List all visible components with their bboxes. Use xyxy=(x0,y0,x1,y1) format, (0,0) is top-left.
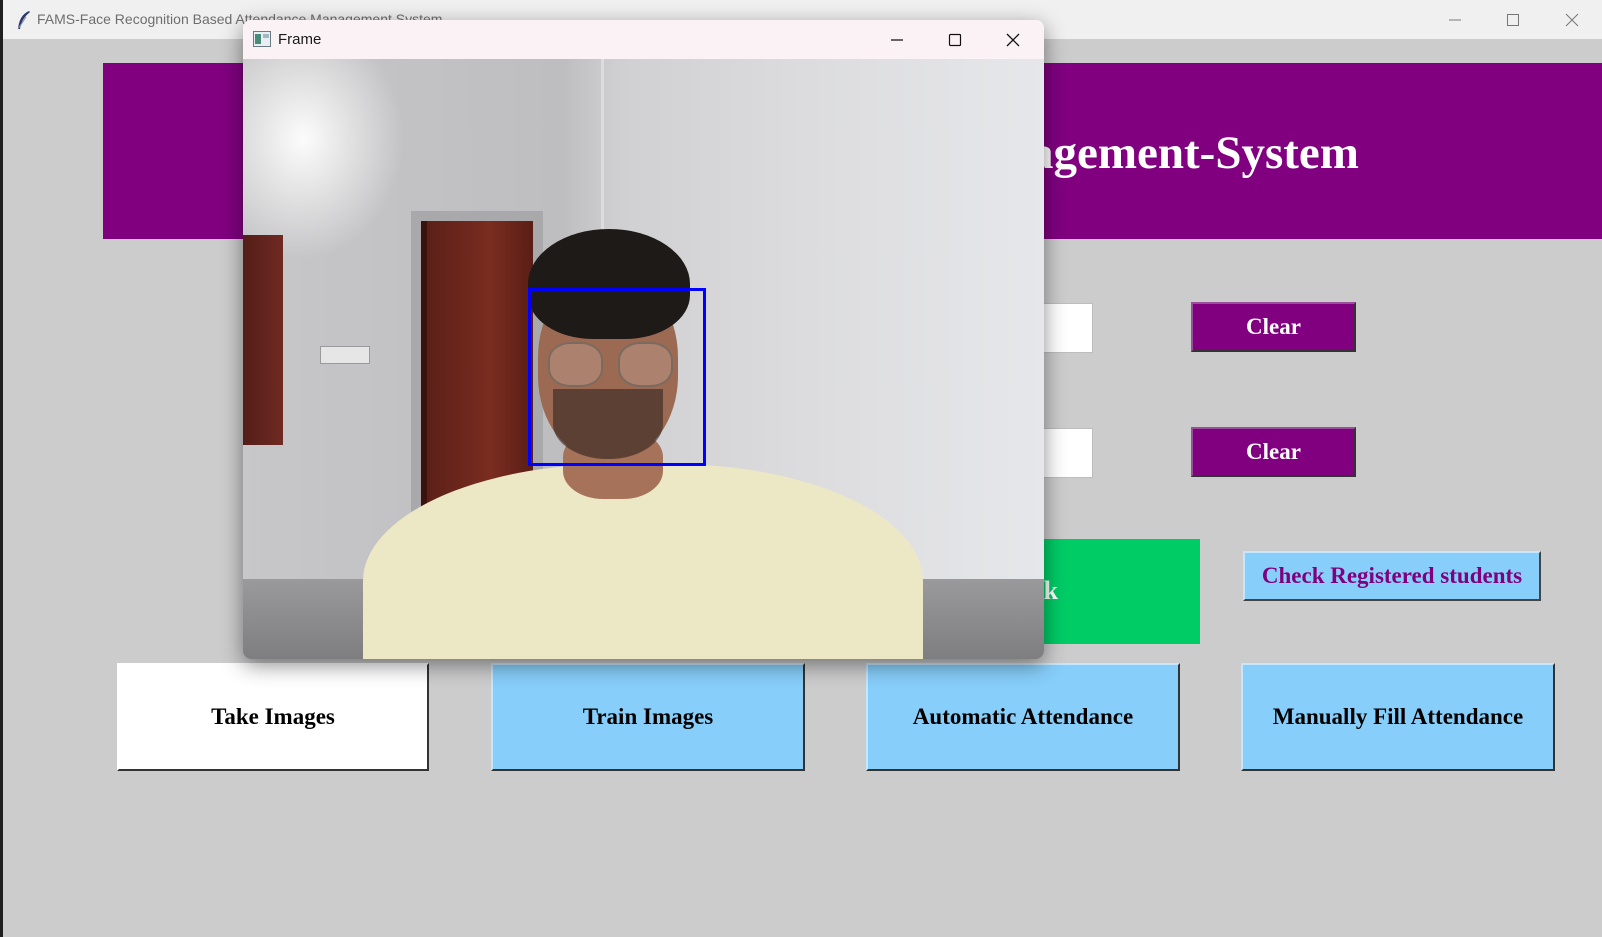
clear-button-1[interactable]: Clear xyxy=(1191,302,1356,352)
close-icon xyxy=(1565,13,1579,26)
light-switch xyxy=(320,346,370,364)
main-maximize-button[interactable] xyxy=(1484,0,1542,39)
frame-minimize-button[interactable] xyxy=(868,20,926,59)
manually-fill-attendance-button[interactable]: Manually Fill Attendance xyxy=(1241,663,1555,771)
window-app-icon xyxy=(253,31,271,47)
frame-titlebar[interactable]: Frame xyxy=(243,20,1044,59)
main-minimize-button[interactable] xyxy=(1426,0,1484,39)
wall-panel xyxy=(243,235,283,445)
clear-button-2[interactable]: Clear xyxy=(1191,427,1356,477)
frame-title: Frame xyxy=(278,31,322,48)
main-close-button[interactable] xyxy=(1543,0,1601,39)
train-images-button[interactable]: Train Images xyxy=(491,663,805,771)
camera-feed xyxy=(243,59,1044,659)
maximize-icon xyxy=(1507,13,1519,26)
face-detection-box xyxy=(528,288,706,466)
minimize-icon xyxy=(1449,19,1461,20)
check-registered-students-button[interactable]: Check Registered students xyxy=(1243,551,1541,601)
frame-close-button[interactable] xyxy=(984,20,1042,59)
automatic-attendance-button[interactable]: Automatic Attendance xyxy=(866,663,1180,771)
frame-window: Frame xyxy=(243,20,1044,659)
close-icon xyxy=(1006,33,1020,46)
camera-light xyxy=(243,59,403,259)
maximize-icon xyxy=(948,33,962,46)
feather-icon xyxy=(17,11,30,30)
minimize-icon xyxy=(891,38,903,41)
frame-maximize-button[interactable] xyxy=(926,20,984,59)
take-images-button[interactable]: Take Images xyxy=(117,663,429,771)
